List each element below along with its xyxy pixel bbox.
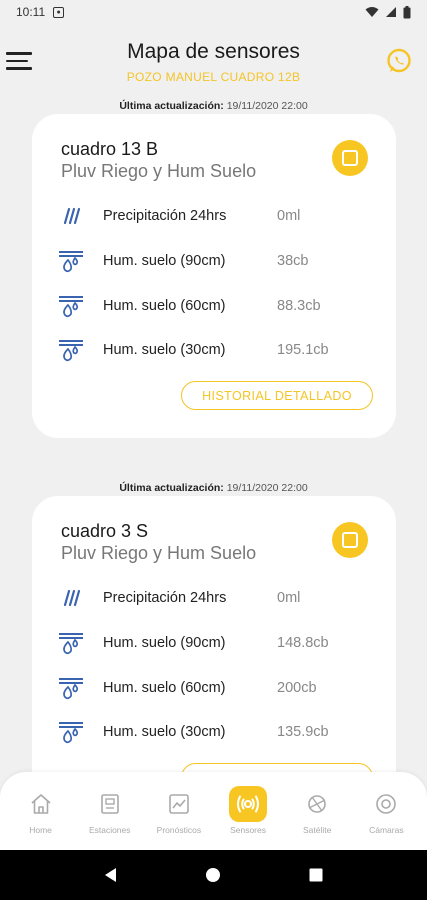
nav-label: Home (29, 825, 52, 835)
sensor-row: Precipitación 24hrs 0ml (56, 202, 376, 230)
recents-button[interactable] (301, 860, 331, 890)
history-button[interactable]: HISTORIAL DETALLADO (181, 763, 373, 772)
card-type: Pluv Riego y Hum Suelo (61, 543, 257, 563)
status-bar: 10:11 ● (0, 0, 427, 24)
system-nav-bar (0, 850, 427, 900)
home-button[interactable] (198, 860, 228, 890)
sensor-list[interactable]: Última actualización: 19/11/2020 22:00 c… (0, 96, 427, 772)
card-toggle-button[interactable] (332, 140, 368, 176)
soil-moisture-icon (59, 722, 83, 744)
card-name: cuadro 3 S (61, 521, 149, 541)
sensor-row: Hum. suelo (30cm) 195.1cb (56, 336, 376, 364)
nav-label: Pronósticos (156, 825, 202, 835)
sensor-value: 88.3cb (277, 298, 321, 314)
signal-icon (386, 7, 396, 17)
square-icon (342, 532, 358, 548)
home-icon (31, 794, 51, 814)
sensor-label: Hum. suelo (90cm) (103, 635, 226, 651)
sensor-row: Hum. suelo (30cm) 135.9cb (56, 718, 376, 746)
nav-item-cameras[interactable]: Cámaras (353, 772, 419, 835)
last-update: Última actualización: 19/11/2020 22:00 (0, 100, 427, 112)
card-type: Pluv Riego y Hum Suelo (61, 161, 257, 181)
sensor-label: Hum. suelo (90cm) (103, 253, 226, 269)
last-update-date: 19/11/2020 22:00 (226, 100, 308, 112)
sensor-label: Hum. suelo (60cm) (103, 680, 226, 696)
square-icon (342, 150, 358, 166)
rain-icon (63, 589, 81, 607)
nav-item-satellite[interactable]: Satélite (284, 772, 350, 835)
soil-moisture-icon (59, 678, 83, 700)
sensor-row: Hum. suelo (90cm) 38cb (56, 247, 376, 275)
status-time: 10:11 (16, 5, 46, 19)
sensor-row: Hum. suelo (60cm) 200cb (56, 674, 376, 702)
notification-icon: ● (53, 6, 65, 18)
whatsapp-icon[interactable] (385, 47, 413, 75)
sensor-label: Precipitación 24hrs (103, 208, 227, 224)
last-update-label: Última actualización: (119, 482, 224, 494)
sensor-row: Precipitación 24hrs 0ml (56, 584, 376, 612)
stations-icon (100, 794, 119, 814)
sensor-label: Hum. suelo (60cm) (103, 298, 226, 314)
sensor-value: 0ml (277, 590, 301, 606)
wifi-icon (365, 7, 379, 17)
nav-item-stations[interactable]: Estaciones (77, 772, 143, 835)
sensor-value: 38cb (277, 253, 309, 269)
rain-icon (63, 207, 81, 225)
page-title: Mapa de sensores (127, 40, 300, 63)
last-update-label: Última actualización: (119, 100, 224, 112)
history-button[interactable]: HISTORIAL DETALLADO (181, 381, 373, 410)
sensor-label: Precipitación 24hrs (103, 590, 227, 606)
sensors-icon (237, 795, 260, 813)
camera-icon (376, 794, 397, 814)
card-toggle-button[interactable] (332, 522, 368, 558)
home-circle-icon (206, 868, 221, 882)
last-update: Última actualización: 19/11/2020 22:00 (0, 482, 427, 494)
sensor-row: Hum. suelo (60cm) 88.3cb (56, 292, 376, 320)
nav-label: Satélite (303, 825, 332, 835)
sensor-card: cuadro 3 S Pluv Riego y Hum Suelo Precip… (32, 496, 396, 772)
soil-moisture-icon (59, 340, 83, 362)
card-name: cuadro 13 B (61, 139, 159, 159)
back-icon (105, 868, 117, 882)
bottom-nav: Home Estaciones Pronósticos Sensores Sat… (0, 772, 427, 850)
sensor-value: 195.1cb (277, 342, 329, 358)
back-button[interactable] (96, 860, 126, 890)
sensor-label: Hum. suelo (30cm) (103, 342, 226, 358)
sensor-label: Hum. suelo (30cm) (103, 724, 226, 740)
soil-moisture-icon (59, 296, 83, 318)
recents-icon (309, 868, 323, 882)
nav-item-sensors[interactable]: Sensores (215, 772, 281, 835)
nav-label: Cámaras (369, 825, 404, 835)
last-update-date: 19/11/2020 22:00 (226, 482, 308, 494)
nav-label: Estaciones (88, 825, 131, 835)
battery-icon (403, 5, 411, 18)
soil-moisture-icon (59, 251, 83, 273)
sensor-row: Hum. suelo (90cm) 148.8cb (56, 629, 376, 657)
page-subtitle: POZO MANUEL CUADRO 12B (126, 70, 301, 84)
nav-item-home[interactable]: Home (8, 772, 74, 835)
sensor-value: 148.8cb (277, 635, 329, 651)
sensor-value: 200cb (277, 680, 317, 696)
sensor-card: cuadro 13 B Pluv Riego y Hum Suelo Preci… (32, 114, 396, 438)
sensor-value: 0ml (277, 208, 301, 224)
sensor-value: 135.9cb (277, 724, 329, 740)
forecast-icon (169, 794, 189, 814)
app-header: Mapa de sensores POZO MANUEL CUADRO 12B (0, 24, 427, 100)
soil-moisture-icon (59, 633, 83, 655)
nav-item-forecast[interactable]: Pronósticos (146, 772, 212, 835)
nav-label: Sensores (230, 825, 266, 835)
satellite-icon (308, 795, 327, 813)
